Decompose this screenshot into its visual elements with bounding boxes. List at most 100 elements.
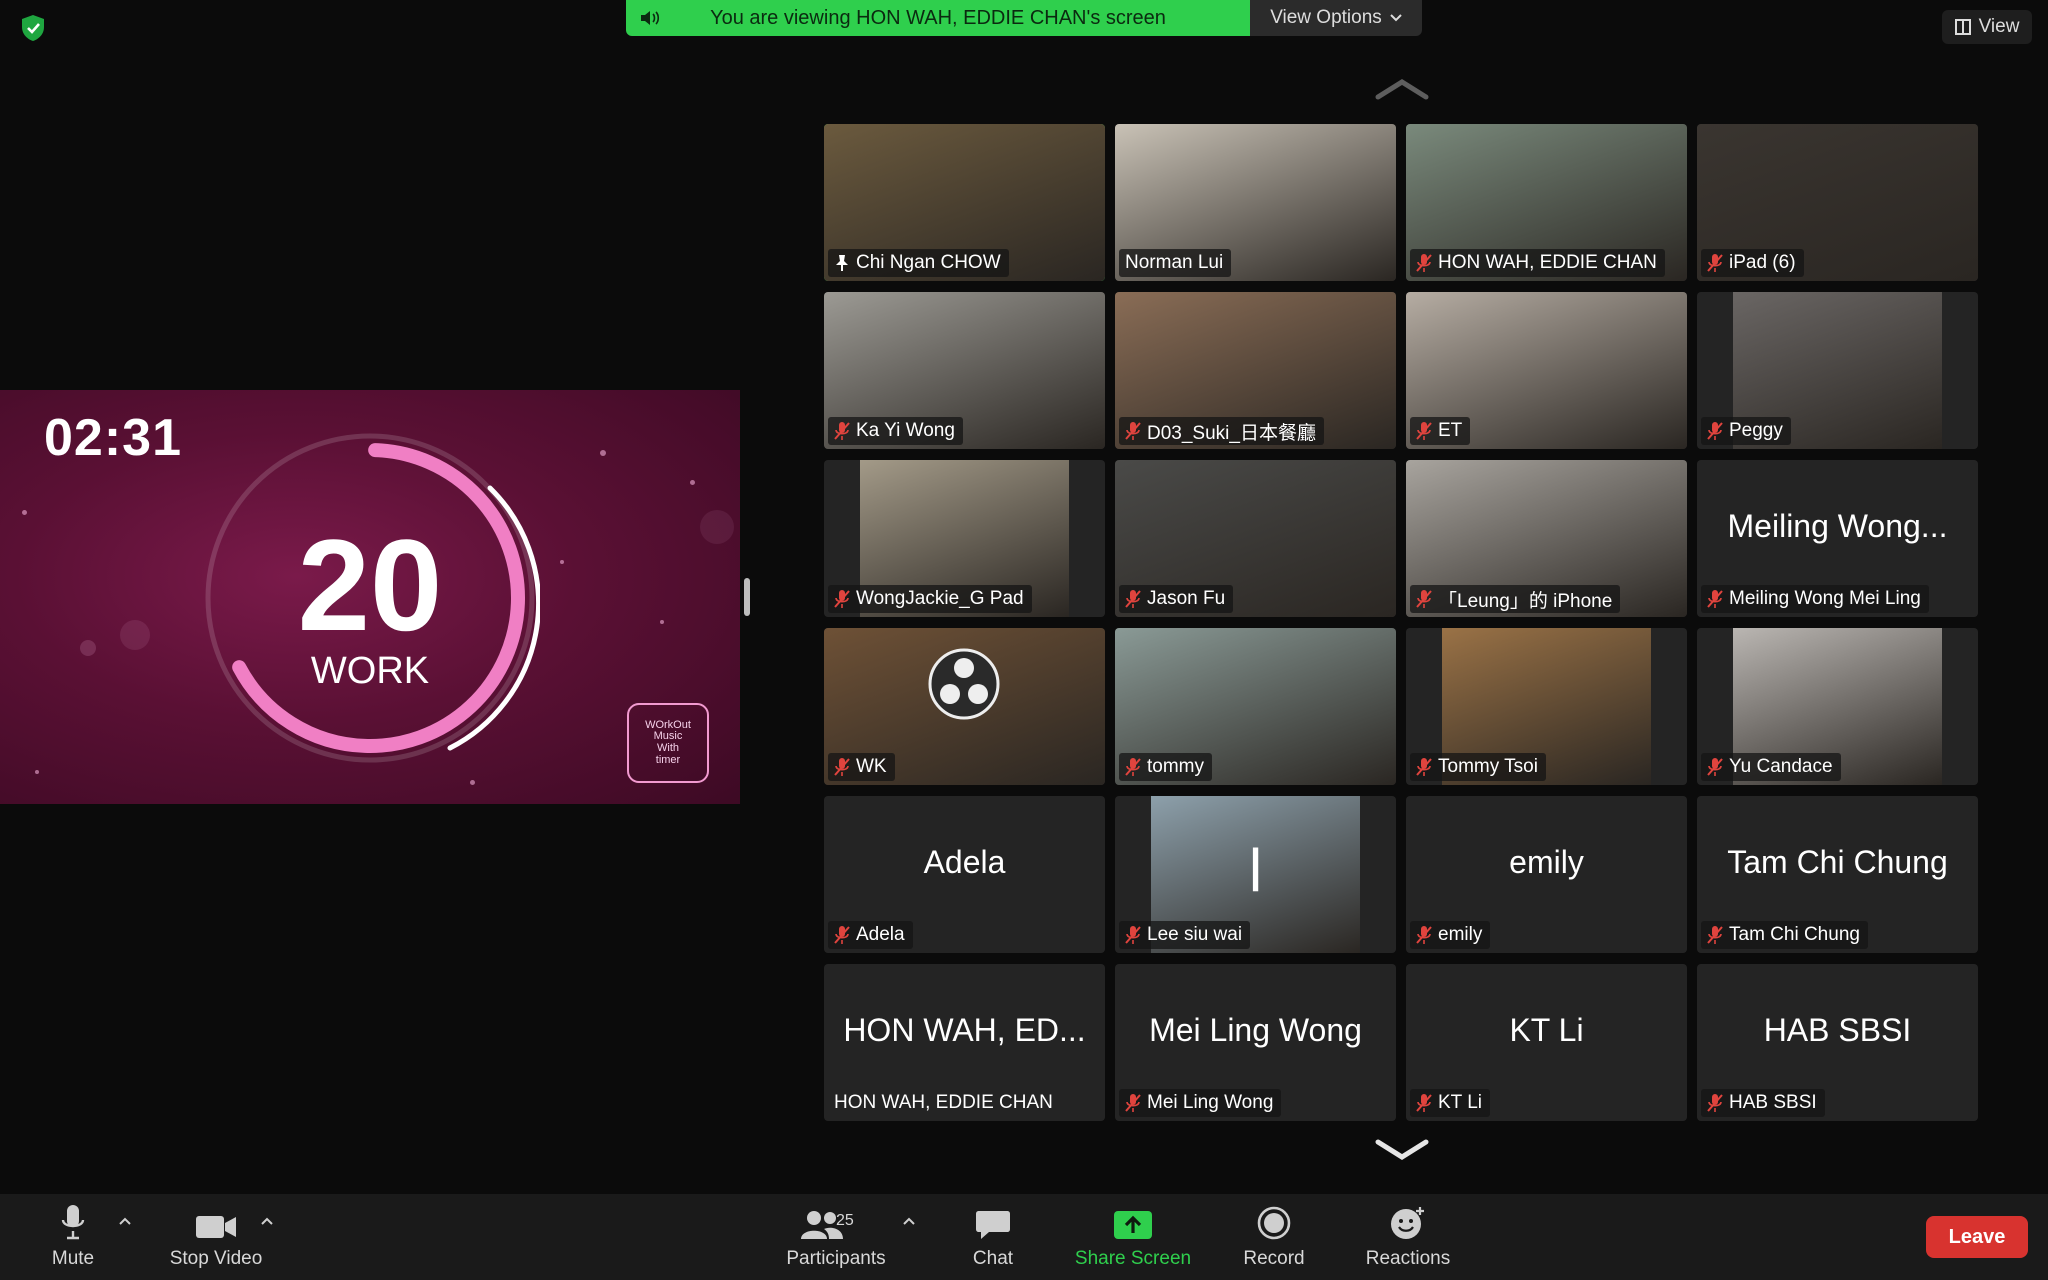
participant-name-tag: HAB SBSI	[1701, 1089, 1825, 1117]
participant-name-tag: Norman Lui	[1119, 249, 1232, 277]
mic-muted-icon	[1125, 926, 1141, 944]
participants-options-caret-icon[interactable]	[902, 1216, 916, 1226]
mic-muted-icon	[1125, 590, 1141, 608]
share-screen-button[interactable]: Share Screen	[1066, 1194, 1200, 1280]
record-button[interactable]: Record	[1236, 1194, 1312, 1280]
participants-count-badge: 25	[836, 1212, 854, 1229]
participant-tile[interactable]: Tam Chi Chung Tam Chi Chung	[1697, 796, 1978, 953]
layout-grid-icon	[1954, 19, 1971, 35]
participant-tile[interactable]: Mei Ling Wong Mei Ling Wong	[1115, 964, 1396, 1121]
participant-name: Ka Yi Wong	[856, 420, 955, 441]
participant-tile[interactable]: Ka Yi Wong	[824, 292, 1105, 449]
participant-name-tag: HON WAH, EDDIE CHAN	[828, 1089, 1061, 1117]
share-message: You are viewing HON WAH, EDDIE CHAN's sc…	[626, 0, 1250, 36]
participant-name: WK	[856, 756, 887, 777]
participant-name: HON WAH, EDDIE CHAN	[834, 1092, 1053, 1113]
mic-muted-icon	[1707, 590, 1723, 608]
logo-line: timer	[655, 753, 681, 766]
participant-tile[interactable]: HON WAH, EDDIE CHAN	[1406, 124, 1687, 281]
reactions-label: Reactions	[1365, 1248, 1451, 1269]
participant-name: emily	[1438, 924, 1483, 945]
chat-label: Chat	[972, 1248, 1014, 1269]
participant-name: Adela	[856, 924, 905, 945]
participant-tile[interactable]: Meiling Wong... Meiling Wong Mei Ling	[1697, 460, 1978, 617]
participant-tile[interactable]: Peggy	[1697, 292, 1978, 449]
participant-name: D03_Suki_日本餐廳	[1147, 422, 1316, 444]
participant-name: Tommy Tsoi	[1438, 756, 1538, 777]
participant-tile[interactable]: iPad (6)	[1697, 124, 1978, 281]
mic-muted-icon	[1416, 422, 1432, 440]
view-button-label: View	[1978, 16, 2020, 37]
participant-name-tag: 「Leung」的 iPhone	[1410, 585, 1621, 613]
shared-screen-view[interactable]: 02:31 20 WORK WOrkOut Music With timer	[0, 390, 740, 804]
gallery-prev-page-chevron-up-icon[interactable]	[1374, 78, 1430, 100]
participant-name-tag: Meiling Wong Mei Ling	[1701, 585, 1929, 613]
participant-name-tag: Peggy	[1701, 417, 1791, 445]
participant-tile[interactable]: ET	[1406, 292, 1687, 449]
participant-tile[interactable]: HAB SBSI HAB SBSI	[1697, 964, 1978, 1121]
participant-tile[interactable]: WK	[824, 628, 1105, 785]
share-screen-label: Share Screen	[1074, 1248, 1192, 1269]
sparkle	[470, 780, 475, 785]
participants-button[interactable]: 25 Participants	[776, 1194, 896, 1280]
participant-name: KT Li	[1438, 1092, 1483, 1113]
stop-video-label: Stop Video	[169, 1248, 263, 1269]
view-options-button[interactable]: View Options	[1250, 0, 1422, 36]
participant-tile[interactable]: HON WAH, ED... HON WAH, EDDIE CHAN	[824, 964, 1105, 1121]
video-options-caret-icon[interactable]	[260, 1216, 274, 1226]
participant-tile[interactable]: Jason Fu	[1115, 460, 1396, 617]
microphone-icon	[61, 1205, 85, 1240]
participant-display-name: Mei Ling Wong	[1149, 1012, 1362, 1048]
participant-name-tag: Tommy Tsoi	[1410, 753, 1546, 781]
participant-tile[interactable]: tommy	[1115, 628, 1396, 785]
stop-video-button[interactable]: Stop Video	[160, 1194, 272, 1280]
participant-tile[interactable]: Yu Candace	[1697, 628, 1978, 785]
participant-tile[interactable]: Chi Ngan CHOW	[824, 124, 1105, 281]
participant-name: HAB SBSI	[1729, 1092, 1817, 1113]
participant-tile[interactable]: l Lee siu wai	[1115, 796, 1396, 953]
participant-name-tag: emily	[1410, 921, 1491, 949]
mic-muted-icon	[1125, 422, 1141, 440]
mic-muted-icon	[1125, 1094, 1141, 1112]
reactions-smiley-icon	[1391, 1207, 1424, 1239]
participant-tile[interactable]: Adela Adela	[824, 796, 1105, 953]
participant-name-tag: WongJackie_G Pad	[828, 585, 1032, 613]
participant-name: HON WAH, EDDIE CHAN	[1438, 252, 1657, 273]
sparkle	[120, 620, 150, 650]
mic-muted-icon	[1707, 758, 1723, 776]
mute-button[interactable]: Mute	[40, 1194, 106, 1280]
participant-tile[interactable]: Tommy Tsoi	[1406, 628, 1687, 785]
participant-name-tag: HON WAH, EDDIE CHAN	[1410, 249, 1665, 277]
gallery-next-page-chevron-down-icon[interactable]	[1374, 1138, 1430, 1160]
security-shield-icon[interactable]	[20, 14, 46, 42]
chat-bubble-icon	[976, 1211, 1010, 1239]
participant-tile[interactable]: Norman Lui	[1115, 124, 1396, 281]
mute-label: Mute	[51, 1248, 95, 1269]
reactions-button[interactable]: Reactions	[1356, 1194, 1460, 1280]
split-divider-handle[interactable]	[744, 578, 750, 616]
participant-name-tag: Lee siu wai	[1119, 921, 1251, 949]
participant-name: Chi Ngan CHOW	[856, 252, 1001, 273]
speaker-icon[interactable]	[640, 9, 662, 27]
leave-meeting-button[interactable]: Leave	[1926, 1216, 2028, 1258]
participant-name-tag: D03_Suki_日本餐廳	[1119, 417, 1324, 445]
participant-name-tag: Yu Candace	[1701, 753, 1841, 781]
participant-tile[interactable]: D03_Suki_日本餐廳	[1115, 292, 1396, 449]
chevron-down-icon	[1390, 14, 1402, 22]
share-message-text: You are viewing HON WAH, EDDIE CHAN's sc…	[710, 6, 1166, 29]
participant-tile[interactable]: 「Leung」的 iPhone	[1406, 460, 1687, 617]
audio-options-caret-icon[interactable]	[118, 1216, 132, 1226]
participant-name-tag: Jason Fu	[1119, 585, 1234, 613]
mic-muted-icon	[834, 422, 850, 440]
participant-display-name: Tam Chi Chung	[1727, 844, 1948, 880]
participant-tile[interactable]: emily emily	[1406, 796, 1687, 953]
chat-button[interactable]: Chat	[960, 1194, 1026, 1280]
view-layout-button[interactable]: View	[1942, 10, 2032, 44]
mic-muted-icon	[834, 758, 850, 776]
participant-tile[interactable]: KT Li KT Li	[1406, 964, 1687, 1121]
sparkle	[22, 510, 27, 515]
participant-tile[interactable]: WongJackie_G Pad	[824, 460, 1105, 617]
mic-muted-icon	[1416, 758, 1432, 776]
participant-name: WongJackie_G Pad	[856, 588, 1024, 609]
participant-display-name: Adela	[923, 844, 1006, 880]
